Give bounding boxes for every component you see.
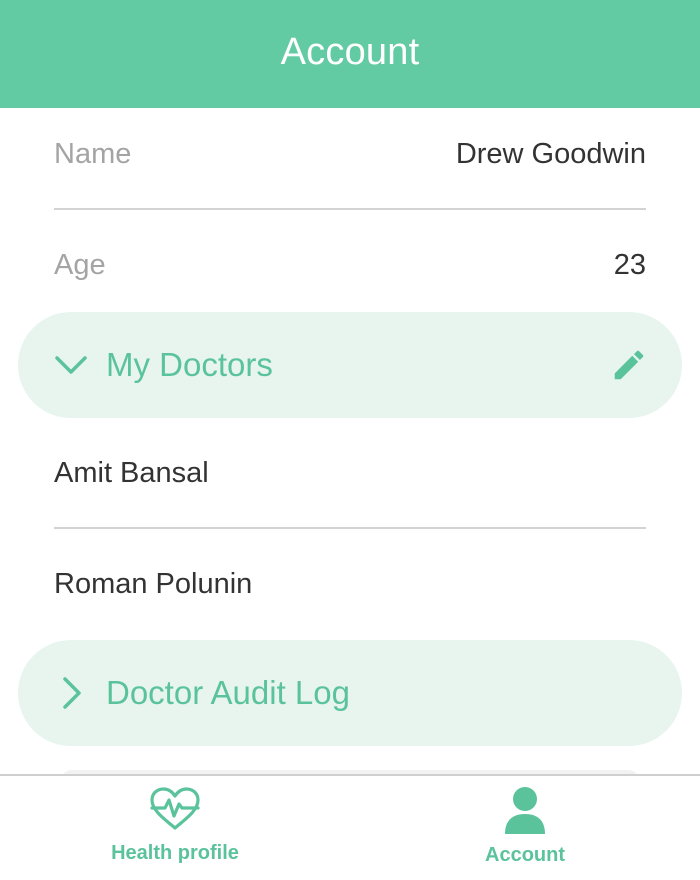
age-label: Age — [54, 248, 106, 281]
bottom-tab-bar: Health profile Account — [0, 774, 700, 880]
tab-account-label: Account — [485, 844, 565, 866]
heart-pulse-icon — [149, 786, 201, 832]
pencil-icon[interactable] — [610, 346, 648, 384]
doctor-name: Amit Bansal — [54, 456, 209, 489]
person-icon — [502, 786, 548, 834]
name-label: Name — [54, 137, 132, 170]
page-title: Account — [280, 30, 420, 73]
header-bar: Account — [0, 0, 700, 108]
age-value: 23 — [613, 248, 646, 281]
account-screen: Account Name Drew Goodwin Age 23 My Doct… — [0, 0, 700, 880]
my-doctors-section-header[interactable]: My Doctors — [18, 312, 682, 418]
name-row: Name Drew Goodwin — [54, 100, 646, 210]
doctor-audit-log-label: Doctor Audit Log — [106, 674, 350, 711]
chevron-down-icon — [54, 348, 88, 382]
my-doctors-label: My Doctors — [106, 346, 273, 383]
doctor-audit-log-section-header[interactable]: Doctor Audit Log — [18, 640, 682, 746]
doctor-row[interactable]: Amit Bansal — [54, 419, 646, 529]
age-row: Age 23 — [54, 210, 646, 320]
tab-health-profile-label: Health profile — [111, 842, 239, 864]
doctor-name: Roman Polunin — [54, 567, 253, 600]
tab-account[interactable]: Account — [350, 776, 700, 880]
doctor-row[interactable]: Roman Polunin — [54, 529, 646, 639]
tab-health-profile[interactable]: Health profile — [0, 776, 350, 880]
chevron-right-icon — [54, 676, 88, 710]
name-value: Drew Goodwin — [455, 137, 646, 170]
